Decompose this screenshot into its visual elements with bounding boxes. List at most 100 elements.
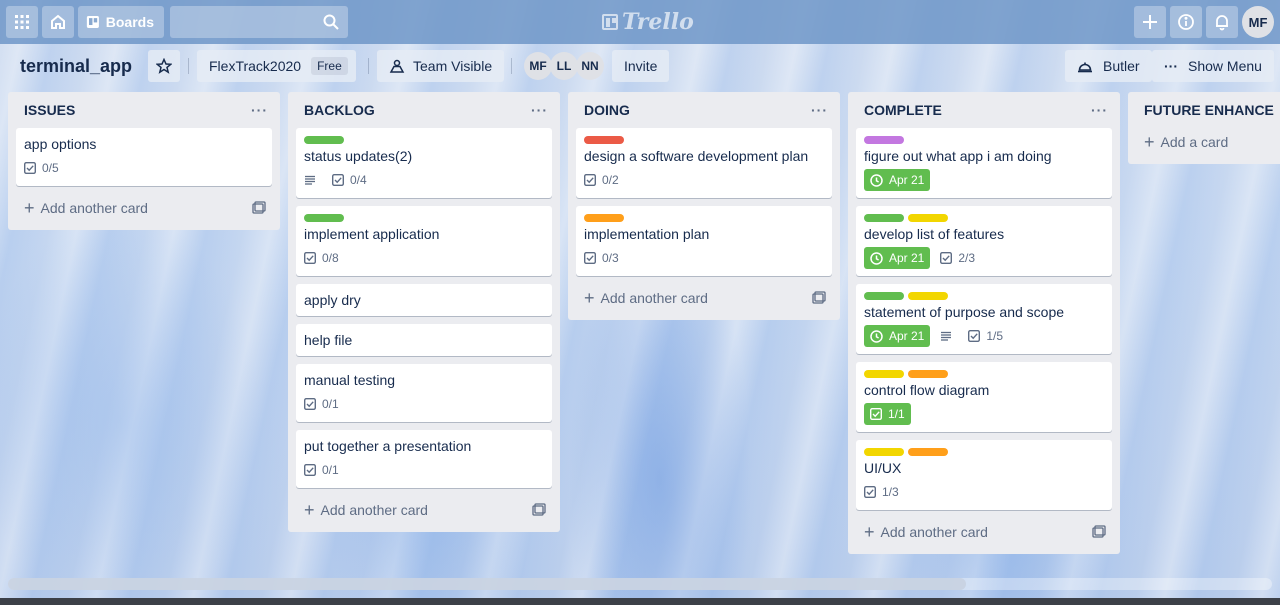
butler-button[interactable]: Butler [1065,50,1152,82]
visibility-label: Team Visible [413,58,493,74]
list-header: ISSUES ··· [16,92,272,128]
card[interactable]: develop list of features Apr 21 2/3 [856,206,1112,276]
label-yellow[interactable] [908,214,948,222]
invite-button[interactable]: Invite [612,50,670,82]
card[interactable]: put together a presentation 0/1 [296,430,552,488]
card[interactable]: apply dry [296,284,552,316]
card[interactable]: statement of purpose and scope Apr 21 1/… [856,284,1112,354]
label-green[interactable] [864,214,904,222]
list-title[interactable]: COMPLETE [864,102,942,118]
card-badges: 1/3 [864,480,1104,504]
due-date-badge[interactable]: Apr 21 [864,247,931,269]
checklist-badge: 1/3 [864,485,899,499]
label-yellow[interactable] [908,292,948,300]
member-avatar[interactable]: MF [524,52,552,80]
card-title: apply dry [304,292,361,308]
visibility-button[interactable]: Team Visible [377,50,505,82]
add-card-label: Add another card [40,200,148,216]
list-doing: DOING ··· design a software development … [568,92,840,320]
checklist-count: 1/1 [888,407,905,421]
divider [368,58,369,74]
card[interactable]: implementation plan 0/3 [576,206,832,276]
create-button[interactable] [1134,6,1166,38]
card[interactable]: manual testing 0/1 [296,364,552,422]
plus-icon: + [24,198,35,218]
search-input[interactable] [170,6,348,38]
card-template-icon[interactable] [532,503,546,517]
due-date-badge[interactable]: Apr 21 [864,169,931,191]
board-header: terminal_app FlexTrack2020 Free Team Vis… [0,44,1280,88]
card-template-icon[interactable] [1092,525,1106,539]
due-date-badge[interactable]: Apr 21 [864,325,931,347]
label-green[interactable] [304,136,344,144]
list-title[interactable]: BACKLOG [304,102,375,118]
checklist-badge: 0/1 [304,397,339,411]
card-badges: Apr 21 [864,168,1104,192]
checklist-badge: 0/2 [584,173,619,187]
show-menu-button[interactable]: ··· Show Menu [1152,50,1274,82]
label-orange[interactable] [584,214,624,222]
add-card-button[interactable]: + Add another card [296,496,552,524]
member-avatar[interactable]: LL [550,52,578,80]
plan-badge: Free [311,57,348,75]
label-red[interactable] [584,136,624,144]
plus-icon: + [584,288,595,308]
add-card-button[interactable]: + Add a card [1136,128,1272,156]
card[interactable]: implement application 0/8 [296,206,552,276]
trello-logo[interactable]: Trello [602,9,694,35]
list-menu-icon[interactable]: ··· [251,102,268,118]
card[interactable]: app options 0/5 [16,128,272,186]
card-template-icon[interactable] [252,201,266,215]
checklist-count: 0/2 [602,173,619,187]
info-button[interactable] [1170,6,1202,38]
label-orange[interactable] [908,448,948,456]
card[interactable]: status updates(2) 0/4 [296,128,552,198]
board-title[interactable]: terminal_app [20,56,132,77]
divider [188,58,189,74]
home-button[interactable] [42,6,74,38]
list-menu-icon[interactable]: ··· [531,102,548,118]
team-button[interactable]: FlexTrack2020 Free [197,50,356,82]
card[interactable]: UI/UX 1/3 [856,440,1112,510]
card[interactable]: design a software development plan 0/2 [576,128,832,198]
top-nav-bar: Boards Trello MF [0,0,1280,44]
add-card-button[interactable]: + Add another card [856,518,1112,546]
label-purple[interactable] [864,136,904,144]
trello-logo-icon [602,14,618,30]
label-green[interactable] [864,292,904,300]
apps-grid-button[interactable] [6,6,38,38]
card[interactable]: figure out what app i am doing Apr 21 [856,128,1112,198]
boards-button[interactable]: Boards [78,6,164,38]
member-avatar[interactable]: NN [576,52,604,80]
card-badges: 0/8 [304,246,544,270]
divider [511,58,512,74]
checklist-count: 1/5 [986,329,1004,343]
user-avatar[interactable]: MF [1242,6,1274,38]
list-title[interactable]: FUTURE ENHANCE [1144,102,1274,118]
card-title: UI/UX [864,460,902,476]
add-card-button[interactable]: + Add another card [16,194,272,222]
card-title: figure out what app i am doing [864,148,1052,164]
label-green[interactable] [304,214,344,222]
label-orange[interactable] [908,370,948,378]
checklist-badge: 0/4 [332,173,367,187]
list-menu-icon[interactable]: ··· [811,102,828,118]
card[interactable]: help file [296,324,552,356]
list-title[interactable]: DOING [584,102,630,118]
card-badges: 0/2 [584,168,824,192]
card[interactable]: control flow diagram 1/1 [856,362,1112,432]
horizontal-scrollbar-thumb[interactable] [8,578,966,590]
card-title: manual testing [304,372,396,388]
label-yellow[interactable] [864,448,904,456]
add-card-button[interactable]: + Add another card [576,284,832,312]
checkbox-icon [584,174,596,186]
list-header: FUTURE ENHANCE [1136,92,1274,128]
card-badges: 0/3 [584,246,824,270]
star-button[interactable] [148,50,180,82]
card-template-icon[interactable] [812,291,826,305]
list-title[interactable]: ISSUES [24,102,75,118]
list-menu-icon[interactable]: ··· [1091,102,1108,118]
notifications-button[interactable] [1206,6,1238,38]
card-title: help file [304,332,353,348]
label-yellow[interactable] [864,370,904,378]
